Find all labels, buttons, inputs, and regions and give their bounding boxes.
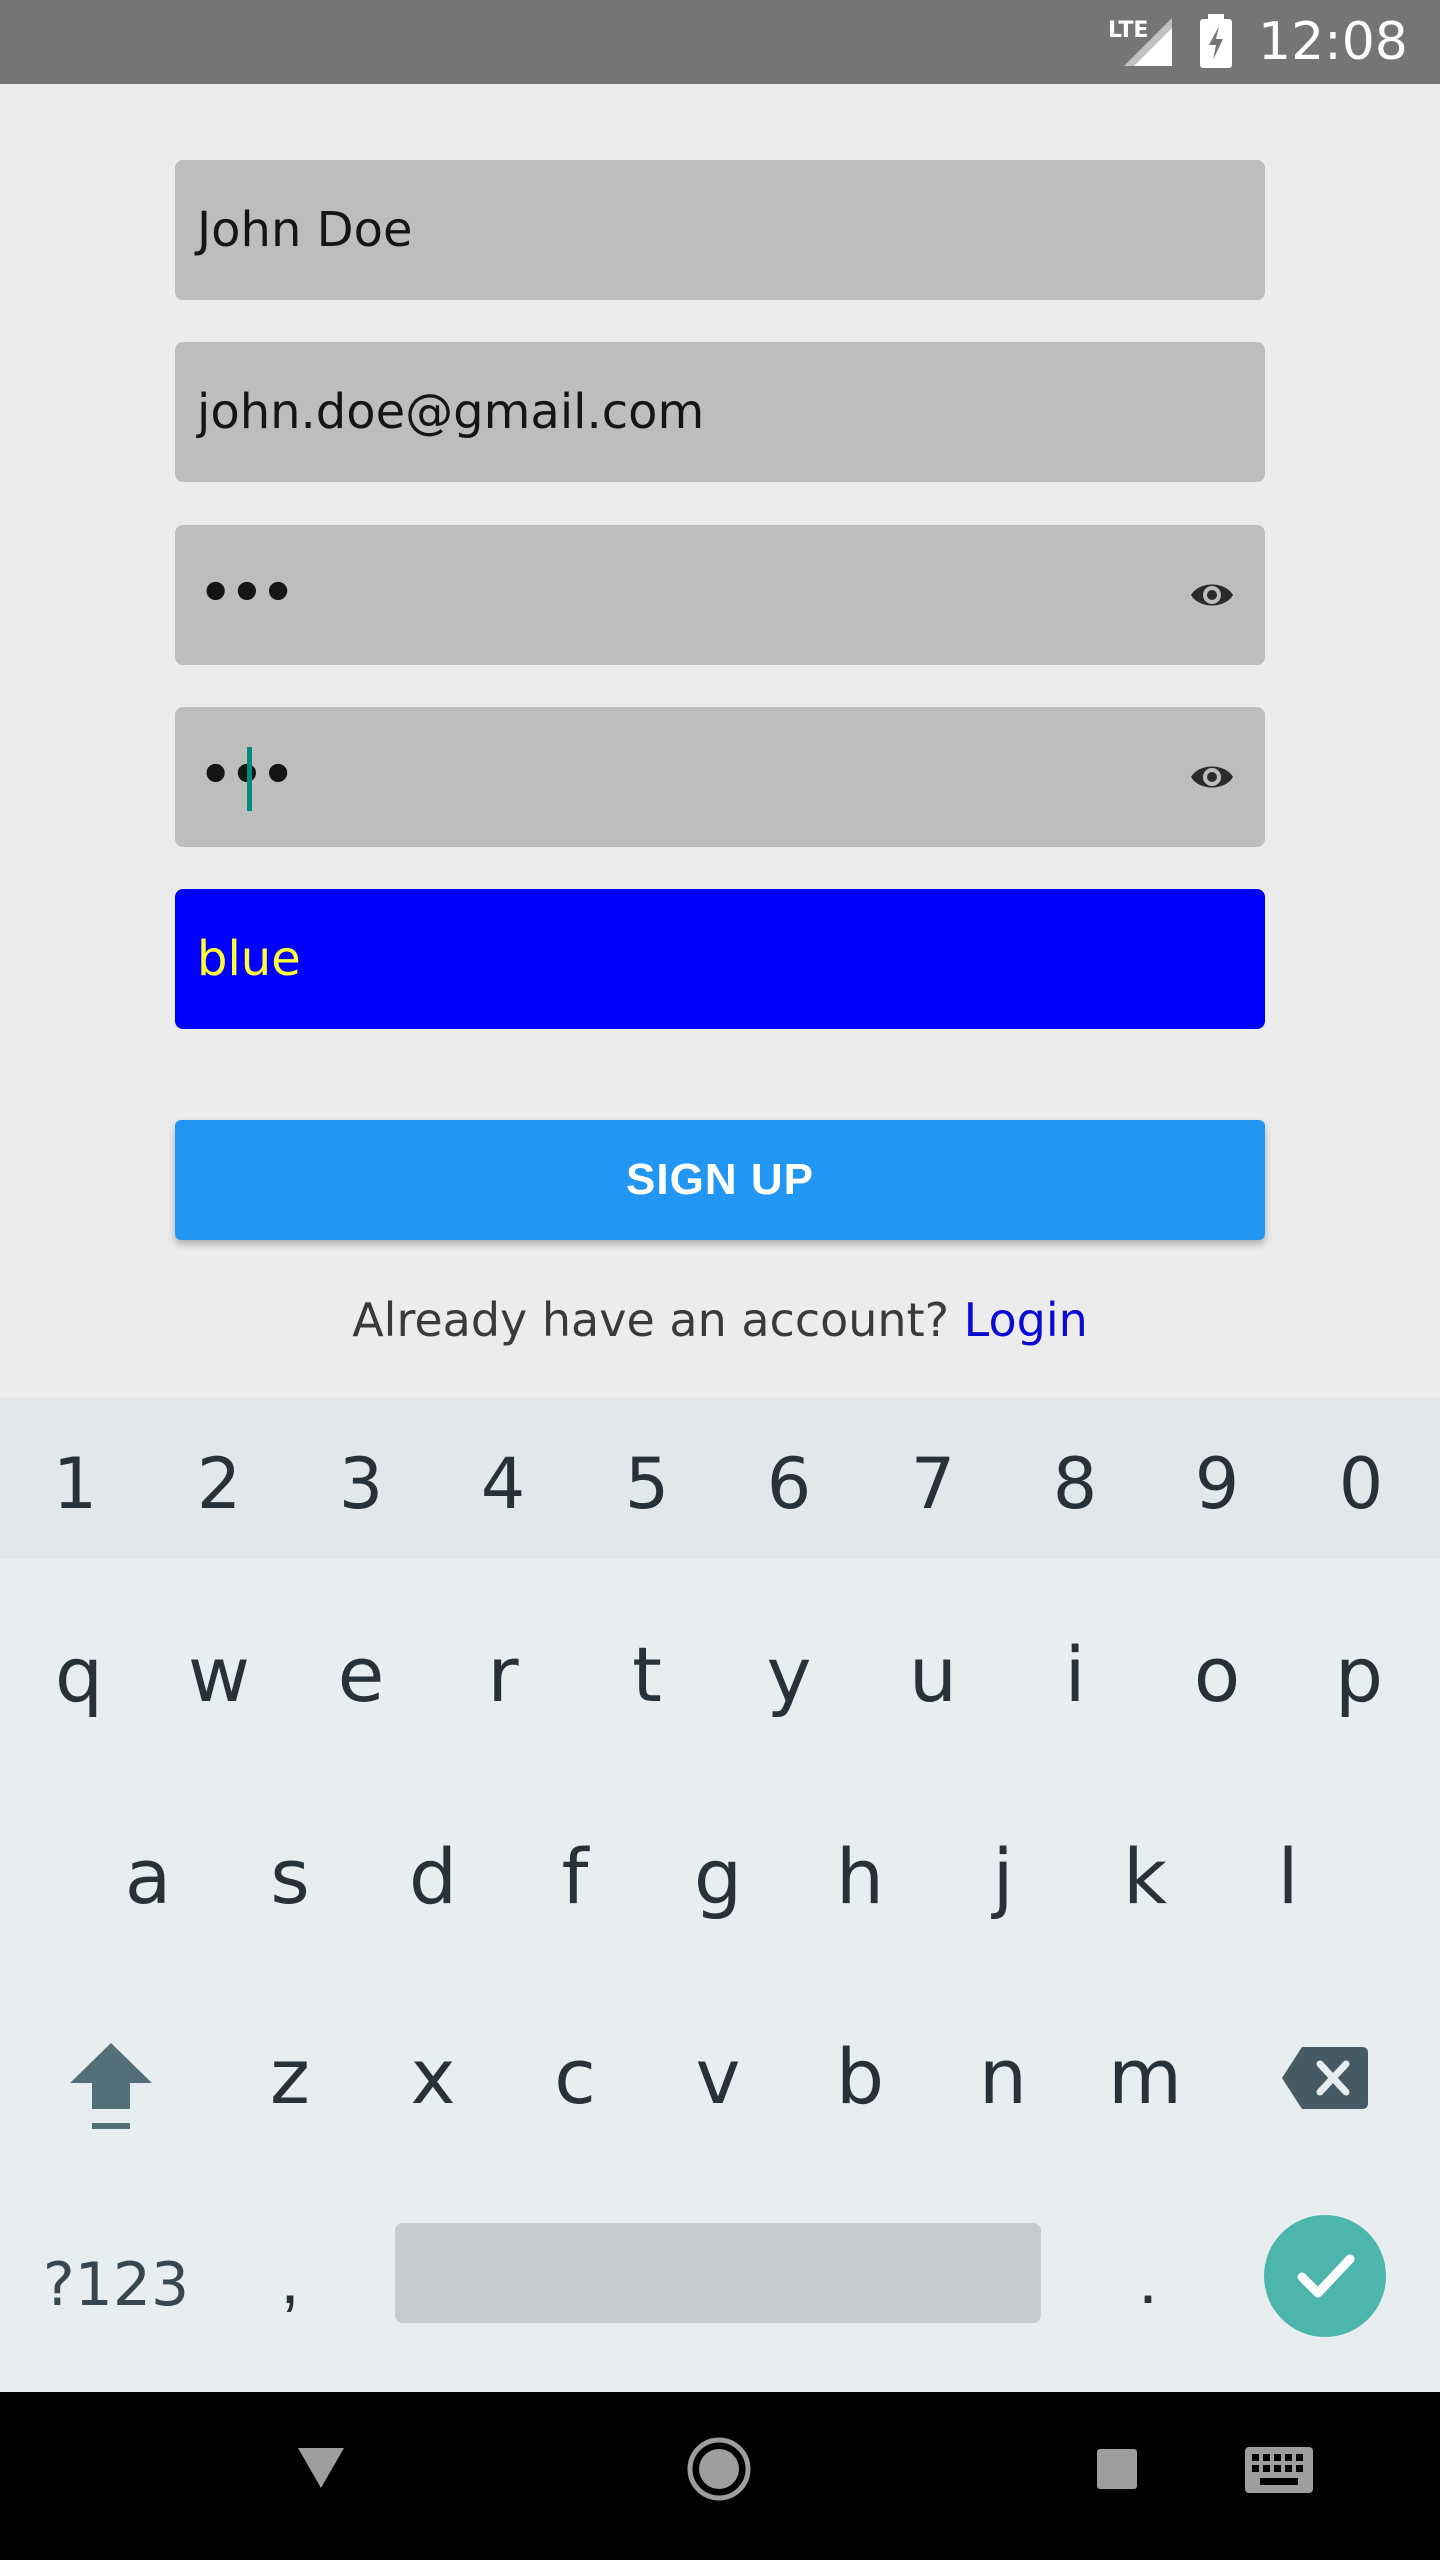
key-o[interactable]: o <box>1146 1625 1288 1725</box>
key-2[interactable]: 2 <box>148 1439 290 1529</box>
key-k[interactable]: k <box>1074 1827 1216 1927</box>
key-x[interactable]: x <box>362 2027 504 2127</box>
login-link[interactable]: Login <box>964 1293 1088 1347</box>
key-w[interactable]: w <box>148 1625 290 1725</box>
key-3[interactable]: 3 <box>290 1439 432 1529</box>
color-field-value: blue <box>197 931 301 987</box>
confirm-password-field-value: ••• <box>199 745 295 805</box>
text-cursor <box>247 747 252 811</box>
confirm-password-field[interactable]: ••• <box>175 707 1265 847</box>
login-prompt: Already have an account? Login <box>0 1285 1440 1355</box>
navigation-bar <box>0 2392 1440 2560</box>
shift-icon[interactable] <box>66 2037 156 2137</box>
show-password-eye-icon[interactable] <box>1189 575 1235 615</box>
key-4[interactable]: 4 <box>432 1439 574 1529</box>
status-time: 12:08 <box>1258 12 1408 72</box>
key-7[interactable]: 7 <box>862 1439 1004 1529</box>
home-icon[interactable] <box>686 2436 752 2502</box>
password-field[interactable]: ••• <box>175 525 1265 665</box>
key-5[interactable]: 5 <box>576 1439 718 1529</box>
key-t[interactable]: t <box>576 1625 718 1725</box>
recents-icon[interactable] <box>1096 2448 1138 2490</box>
key-m[interactable]: m <box>1074 2027 1216 2127</box>
key-b[interactable]: b <box>789 2027 931 2127</box>
key-q[interactable]: q <box>8 1625 150 1725</box>
color-field[interactable]: blue <box>175 889 1265 1029</box>
name-field-value: John Doe <box>197 202 413 258</box>
key-z[interactable]: z <box>219 2027 361 2127</box>
enter-key[interactable] <box>1264 2215 1386 2337</box>
name-field[interactable]: John Doe <box>175 160 1265 300</box>
key-d[interactable]: d <box>362 1827 504 1927</box>
key-8[interactable]: 8 <box>1004 1439 1146 1529</box>
key-v[interactable]: v <box>647 2027 789 2127</box>
soft-keyboard: 1 2 3 4 5 6 7 8 9 0 q w e r t y u i o p … <box>0 1398 1440 2392</box>
backspace-icon[interactable] <box>1280 2045 1370 2111</box>
key-comma[interactable]: , <box>250 2239 330 2319</box>
key-f[interactable]: f <box>504 1827 646 1927</box>
login-prompt-text: Already have an account? <box>352 1293 950 1347</box>
key-e[interactable]: e <box>290 1625 432 1725</box>
battery-charging-icon <box>1200 14 1232 68</box>
checkmark-icon <box>1297 2254 1355 2298</box>
key-u[interactable]: u <box>862 1625 1004 1725</box>
key-n[interactable]: n <box>932 2027 1074 2127</box>
key-0[interactable]: 0 <box>1290 1439 1432 1529</box>
back-icon[interactable] <box>296 2446 346 2490</box>
signal-icon <box>1124 18 1172 66</box>
key-i[interactable]: i <box>1004 1625 1146 1725</box>
symbols-key[interactable]: ?123 <box>36 2245 196 2325</box>
password-field-value: ••• <box>199 563 295 623</box>
key-j[interactable]: j <box>932 1827 1074 1927</box>
show-confirm-password-eye-icon[interactable] <box>1189 757 1235 797</box>
email-field-value: john.doe@gmail.com <box>197 384 705 440</box>
status-bar: LTE 12:08 <box>0 0 1440 84</box>
space-bar[interactable] <box>395 2223 1041 2323</box>
keyboard-number-row: 1 2 3 4 5 6 7 8 9 0 <box>0 1399 1440 1559</box>
key-h[interactable]: h <box>789 1827 931 1927</box>
key-c[interactable]: c <box>504 2027 646 2127</box>
key-p[interactable]: p <box>1288 1625 1430 1725</box>
signup-button[interactable]: SIGN UP <box>175 1120 1265 1240</box>
key-9[interactable]: 9 <box>1146 1439 1288 1529</box>
key-y[interactable]: y <box>718 1625 860 1725</box>
key-6[interactable]: 6 <box>718 1439 860 1529</box>
key-a[interactable]: a <box>77 1827 219 1927</box>
key-r[interactable]: r <box>432 1625 574 1725</box>
keyboard-icon[interactable] <box>1244 2446 1314 2494</box>
key-period[interactable]: . <box>1108 2239 1188 2319</box>
key-s[interactable]: s <box>219 1827 361 1927</box>
key-l[interactable]: l <box>1217 1827 1359 1927</box>
email-field[interactable]: john.doe@gmail.com <box>175 342 1265 482</box>
key-g[interactable]: g <box>647 1827 789 1927</box>
key-1[interactable]: 1 <box>4 1439 146 1529</box>
